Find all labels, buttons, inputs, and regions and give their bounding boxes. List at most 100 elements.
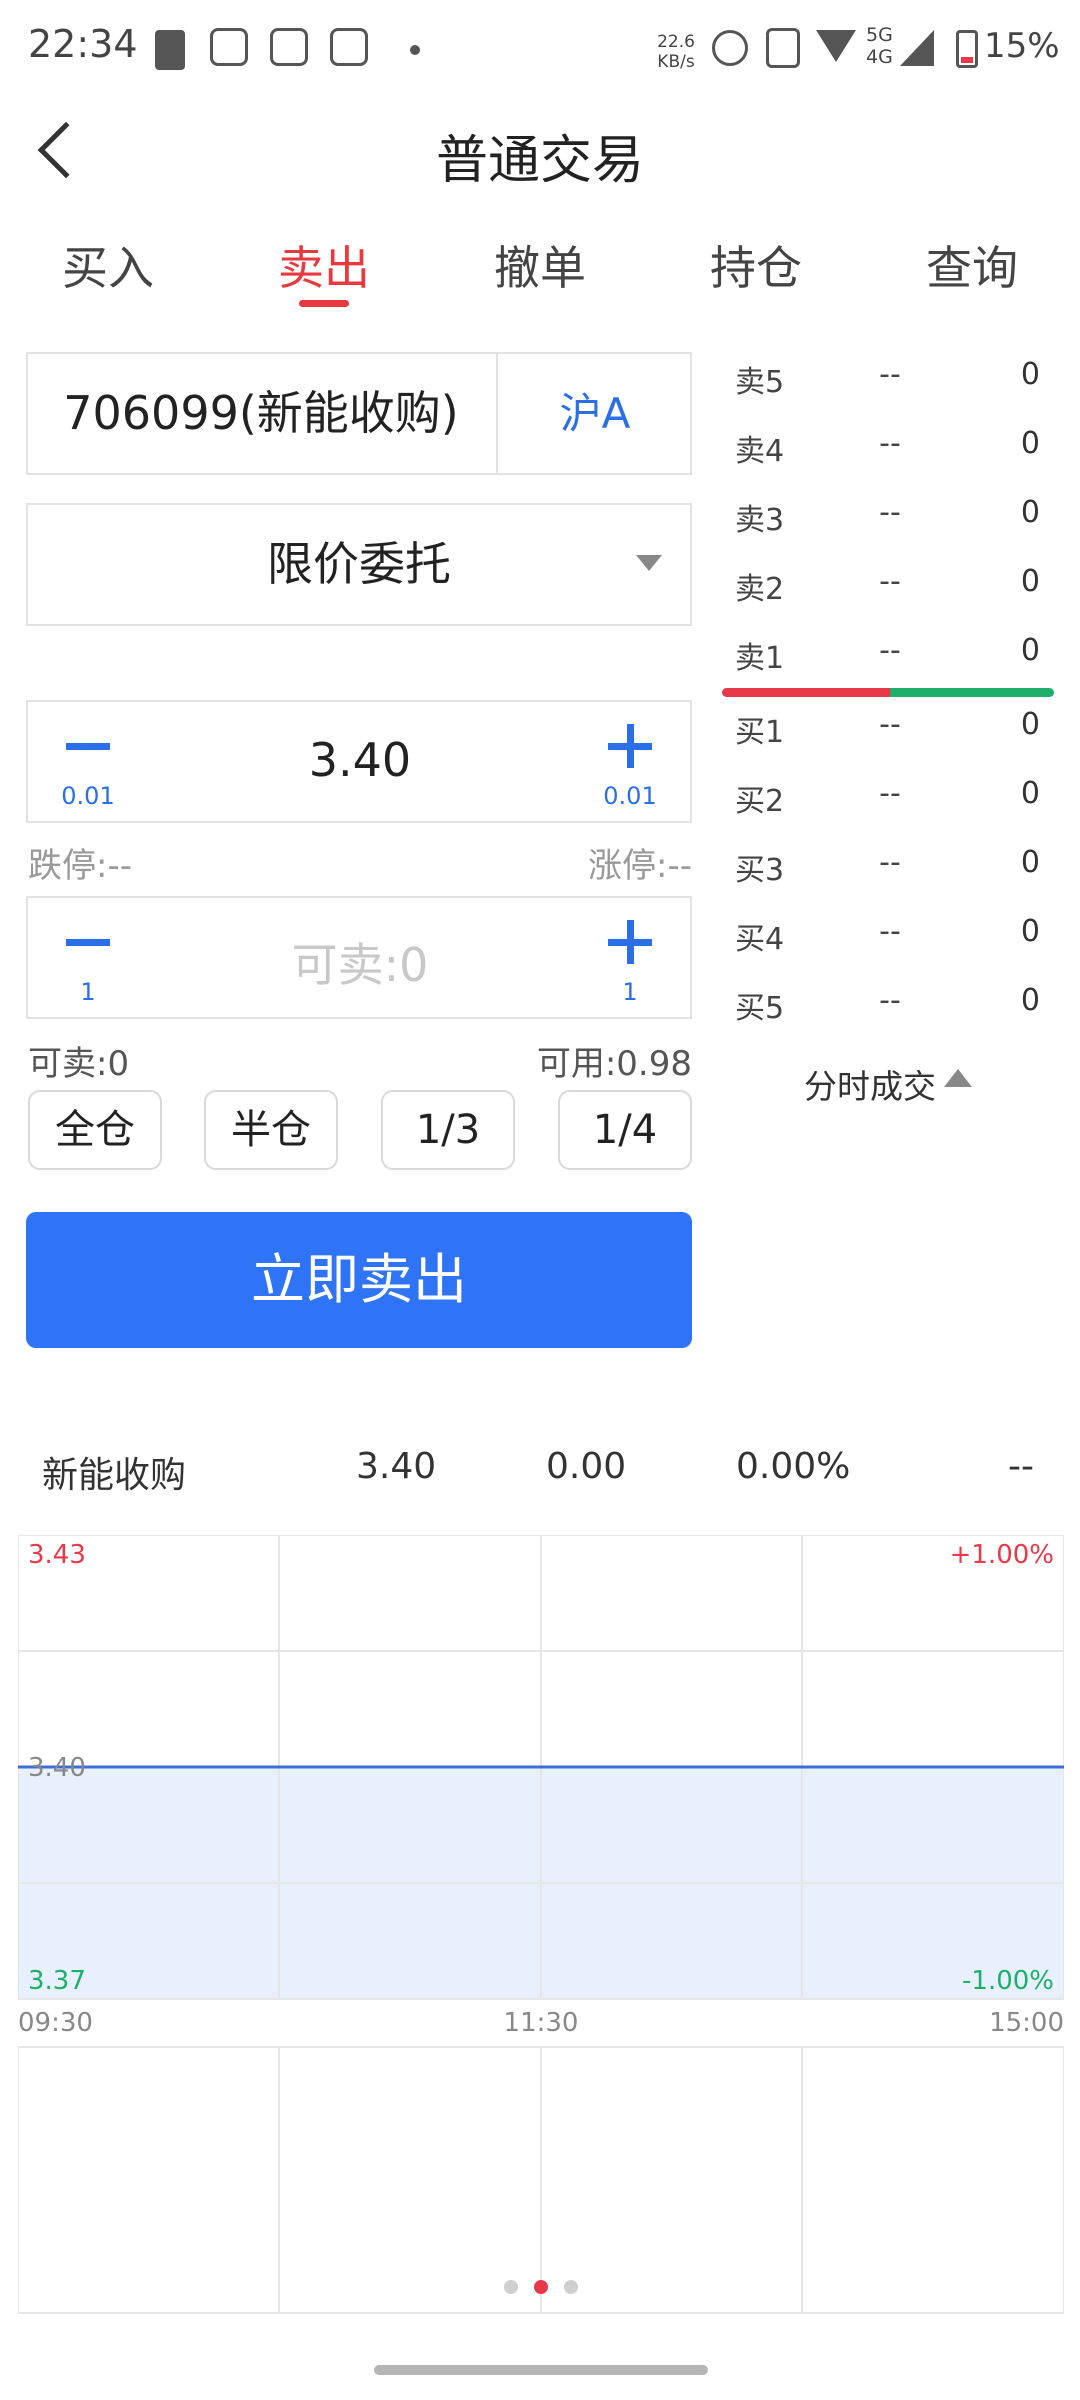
sellable-amount: 可卖:0 — [28, 1044, 130, 1084]
notification-dot-icon — [410, 45, 420, 55]
bid-level-volume: 0 — [1020, 845, 1040, 880]
y-axis-bottom-label: 3.37 — [28, 1966, 86, 1996]
dropdown-arrow-icon — [636, 555, 662, 571]
full-position-button[interactable]: 全仓 — [28, 1090, 162, 1170]
ask-level-volume: 0 — [1020, 633, 1040, 668]
bid-level-label: 买4 — [735, 922, 785, 957]
limit-down: 跌停:-- — [28, 846, 132, 886]
ticks-toggle[interactable]: 分时成交 — [804, 1060, 936, 1108]
battery-icon — [956, 30, 978, 68]
ask-level-price[interactable]: -- — [860, 357, 920, 392]
ask-level-label: 卖5 — [735, 365, 785, 400]
ask-level-price[interactable]: -- — [860, 426, 920, 461]
bid-level-volume: 0 — [1020, 983, 1040, 1018]
status-time: 22:34 — [28, 22, 138, 66]
baidu-app-icon — [210, 28, 248, 66]
tab-query[interactable]: 查询 — [892, 232, 1052, 298]
quote-name: 新能收购 — [42, 1455, 187, 1496]
pager-dot-active[interactable] — [534, 2280, 548, 2294]
quote-change: 0.00 — [546, 1446, 627, 1487]
bid-level-volume: 0 — [1020, 776, 1040, 811]
bid-level-volume: 0 — [1020, 914, 1040, 949]
sim-icon — [766, 28, 800, 68]
ask-level-price[interactable]: -- — [860, 633, 920, 668]
minus-icon — [66, 939, 110, 946]
net-speed: 22.6 KB/s — [650, 32, 702, 72]
bid-level-price[interactable]: -- — [860, 845, 920, 880]
wifi-icon — [816, 30, 856, 62]
battery-percent: 15% — [984, 26, 1060, 66]
quantity-input[interactable]: 可卖:0 — [160, 929, 560, 995]
sell-now-button[interactable]: 立即卖出 — [26, 1212, 692, 1348]
ask-level-volume: 0 — [1020, 495, 1040, 530]
alarm-icon — [712, 30, 748, 66]
alert-icon — [155, 30, 185, 70]
bid-level-label: 买3 — [735, 853, 785, 888]
pager-dot[interactable] — [564, 2280, 578, 2294]
page-title: 普通交易 — [435, 131, 644, 191]
tab-active-indicator — [299, 300, 349, 307]
quantity-decrease-button[interactable]: 1 — [48, 912, 128, 1008]
ask-level-label: 卖1 — [735, 641, 785, 676]
ask-level-volume: 0 — [1020, 357, 1040, 392]
half-position-button[interactable]: 半仓 — [204, 1090, 338, 1170]
price-step-label: 0.01 — [61, 782, 115, 810]
pct-bottom-label: -1.00% — [962, 1966, 1054, 1996]
quantity-step-label: 1 — [80, 978, 96, 1006]
price-step-label: 0.01 — [603, 782, 657, 810]
baidu-app-icon — [270, 28, 308, 66]
tab-sell[interactable]: 卖出 — [244, 232, 404, 298]
ask-level-label: 卖3 — [735, 503, 785, 538]
ask-level-price[interactable]: -- — [860, 495, 920, 530]
third-position-button[interactable]: 1/3 — [381, 1090, 515, 1170]
ask-level-price[interactable]: -- — [860, 564, 920, 599]
y-axis-top-label: 3.43 — [28, 1540, 86, 1570]
pct-top-label: +1.00% — [950, 1540, 1054, 1570]
order-type-select[interactable]: 限价委托 — [26, 503, 692, 626]
price-increase-button[interactable]: 0.01 — [590, 716, 670, 812]
market-selector[interactable]: 沪A — [498, 352, 692, 475]
x-axis-mid-label: 11:30 — [504, 2008, 579, 2038]
quote-extra: -- — [1008, 1446, 1034, 1487]
limit-up: 涨停:-- — [588, 846, 692, 886]
order-book-bar-sell — [722, 688, 890, 697]
home-indicator[interactable] — [374, 2365, 708, 2375]
quantity-step-label: 1 — [622, 978, 638, 1006]
quarter-position-button[interactable]: 1/4 — [558, 1090, 692, 1170]
bid-level-label: 买5 — [735, 991, 785, 1026]
y-axis-mid-label: 3.40 — [28, 1753, 86, 1783]
signal-icon — [900, 30, 934, 66]
bid-level-price[interactable]: -- — [860, 983, 920, 1018]
expand-up-icon[interactable] — [944, 1069, 972, 1087]
bid-level-price[interactable]: -- — [860, 776, 920, 811]
price-decrease-button[interactable]: 0.01 — [48, 716, 128, 812]
x-axis-end-label: 15:00 — [989, 2008, 1064, 2038]
quantity-increase-button[interactable]: 1 — [590, 912, 670, 1008]
bid-level-price[interactable]: -- — [860, 914, 920, 949]
stock-code-input[interactable]: 706099(新能收购) — [26, 352, 496, 475]
quote-change-pct: 0.00% — [736, 1446, 851, 1487]
bid-level-price[interactable]: -- — [860, 707, 920, 742]
minus-icon — [66, 743, 110, 750]
tab-positions[interactable]: 持仓 — [676, 232, 836, 298]
net-speed-unit: KB/s — [657, 52, 695, 72]
ask-level-label: 卖2 — [735, 572, 785, 607]
x-axis-start-label: 09:30 — [18, 2008, 93, 2038]
network-type: 5G 4G — [866, 24, 893, 68]
bid-level-label: 买1 — [735, 715, 785, 750]
pager-dot[interactable] — [504, 2280, 518, 2294]
baidu-app-icon — [330, 28, 368, 66]
available-funds: 可用:0.98 — [536, 1044, 692, 1084]
bid-level-label: 买2 — [735, 784, 785, 819]
ask-level-volume: 0 — [1020, 564, 1040, 599]
tab-cancel-order[interactable]: 撤单 — [460, 232, 620, 298]
intraday-chart: 3.43 +1.00% 3.40 3.37 -1.00% 09:30 11:30… — [18, 1535, 1064, 2314]
ask-level-label: 卖4 — [735, 434, 785, 469]
ask-level-volume: 0 — [1020, 426, 1040, 461]
tab-buy[interactable]: 买入 — [28, 232, 188, 298]
quote-price: 3.40 — [356, 1446, 437, 1487]
net-speed-value: 22.6 — [657, 32, 695, 52]
order-book-bar-buy — [890, 688, 1054, 697]
price-input[interactable]: 3.40 — [160, 733, 560, 787]
bid-level-volume: 0 — [1020, 707, 1040, 742]
